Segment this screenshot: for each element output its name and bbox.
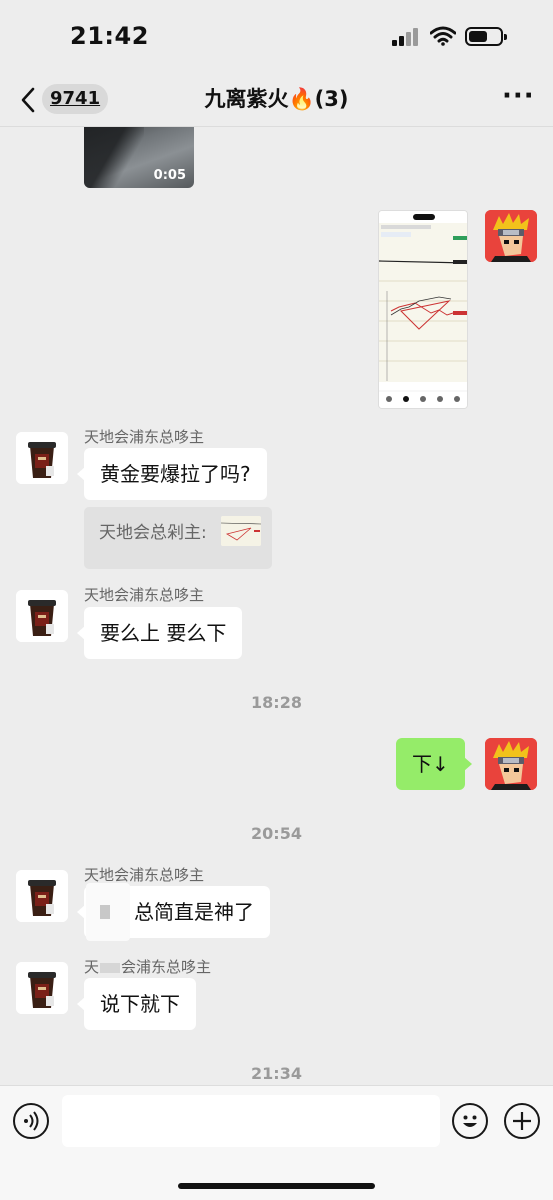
battery-icon	[465, 27, 507, 46]
sender-name-rest: 会浦东总哆主	[121, 958, 212, 976]
self-avatar[interactable]	[485, 738, 537, 790]
status-time: 21:42	[70, 22, 149, 50]
status-bar: 21:42	[0, 0, 553, 75]
wifi-icon	[429, 26, 457, 46]
chat-header: 9741 九离紫火🔥(3) ···	[0, 75, 553, 127]
smiley-icon	[463, 1115, 477, 1127]
message-bubble[interactable]: 黄金要爆拉了吗?	[77, 448, 267, 500]
video-duration: 0:05	[153, 168, 186, 183]
sender-name: 天地会浦东总哆主	[84, 866, 205, 884]
timestamp: 18:28	[251, 693, 302, 712]
message-bubble[interactable]: 要么上 要么下	[76, 607, 243, 659]
message-bubble[interactable]: 说下就下	[77, 978, 196, 1030]
quoted-message[interactable]: 天地会总剁主:	[84, 507, 272, 569]
sender-avatar[interactable]	[16, 962, 68, 1014]
quote-sender: 天地会总剁主:	[99, 523, 207, 543]
sender-name: 天地会浦东总哆主	[84, 428, 205, 446]
cellular-signal-icon	[392, 28, 420, 46]
chat-title: 九离紫火🔥(3)	[204, 87, 349, 111]
voice-input-button[interactable]	[13, 1103, 49, 1139]
message-list[interactable]: 0:05 天地会浦东总哆主 黄金要爆拉了吗? 天地会总剁主: 天地会浦东总哆主 …	[0, 127, 553, 1085]
redaction-mask	[100, 962, 121, 973]
voice-icon	[24, 1111, 39, 1131]
quote-image-thumbnail[interactable]	[221, 516, 261, 546]
sender-avatar[interactable]	[16, 870, 68, 922]
sender-avatar[interactable]	[16, 432, 68, 484]
sender-avatar[interactable]	[16, 590, 68, 642]
home-indicator	[178, 1183, 375, 1189]
plus-icon	[513, 1112, 531, 1130]
sender-name: 天地会浦东总哆主	[84, 586, 205, 604]
redaction-mask	[86, 883, 130, 941]
chart-screenshot-image[interactable]	[378, 210, 468, 409]
message-input[interactable]	[62, 1095, 440, 1147]
more-options-button[interactable]: ···	[502, 83, 534, 112]
input-bar	[0, 1085, 553, 1200]
more-functions-button[interactable]	[504, 1103, 540, 1139]
sender-name-partial: 天 会浦东总哆主	[84, 956, 211, 977]
self-message-bubble[interactable]: 下↓	[396, 738, 472, 790]
video-message[interactable]: 0:05	[84, 127, 194, 188]
self-avatar[interactable]	[485, 210, 537, 262]
sender-name-start: 天	[84, 958, 100, 976]
timestamp: 21:34	[251, 1064, 302, 1083]
timestamp: 20:54	[251, 824, 302, 843]
emoji-button[interactable]	[452, 1103, 488, 1139]
